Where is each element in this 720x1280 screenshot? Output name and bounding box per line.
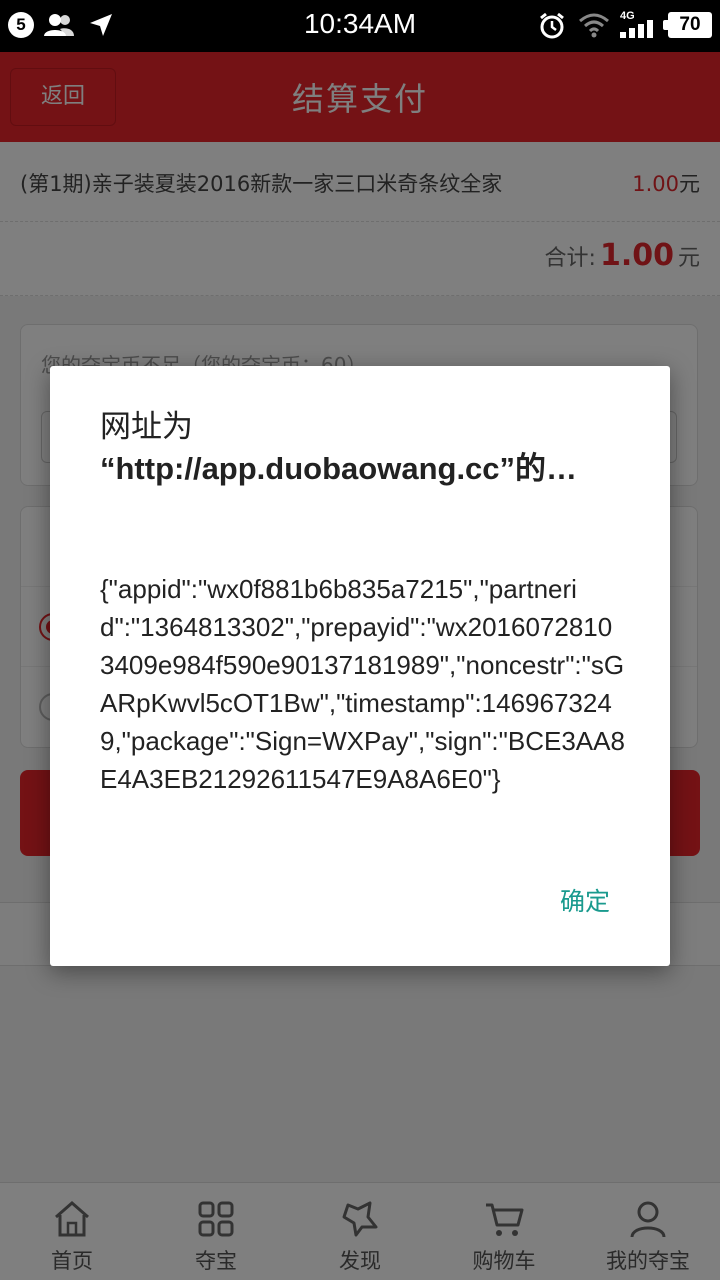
dialog-title-line2: “http://app.duobaowang.cc”的… [100, 451, 578, 486]
alarm-icon [538, 12, 566, 44]
signal-icon [620, 20, 660, 42]
dialog-message: {"appid":"wx0f881b6b835a7215","partnerid… [100, 574, 625, 794]
battery-level: 70 [663, 12, 712, 38]
wifi-icon [578, 12, 610, 42]
dialog-title: 网址为 “http://app.duobaowang.cc”的… [100, 406, 630, 490]
alert-dialog: 网址为 “http://app.duobaowang.cc”的… {"appid… [50, 366, 670, 966]
ok-button[interactable]: 确定 [560, 882, 610, 918]
clock-time: 10:34AM [303, 8, 417, 39]
dialog-title-line1: 网址为 [100, 409, 193, 444]
status-bar: 5 10:34AM 4G 70 [0, 0, 720, 52]
